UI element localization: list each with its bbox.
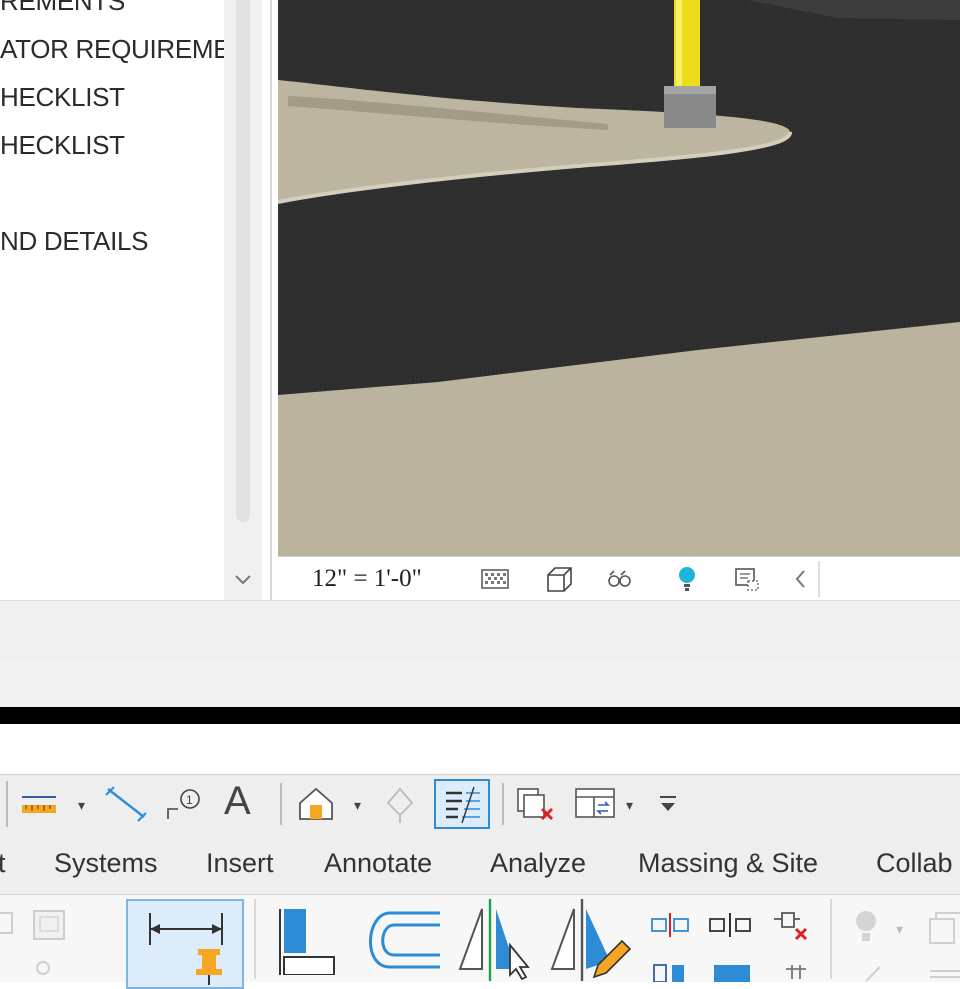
browser-item[interactable]: HECKLIST <box>0 82 125 113</box>
aligned-dimension-icon[interactable] <box>104 785 150 823</box>
visual-style-icon[interactable] <box>544 565 574 593</box>
pin-icon <box>149 913 223 985</box>
chevron-down-icon[interactable]: ▾ <box>626 797 633 814</box>
customize-qat-icon[interactable] <box>656 785 680 823</box>
browser-item[interactable]: HECKLIST <box>0 130 125 161</box>
aligned-dimension-button[interactable] <box>126 899 244 989</box>
gear-icon[interactable] <box>32 957 54 979</box>
toolbar-separator <box>502 783 504 825</box>
ribbon-panel: ▾ <box>0 894 960 989</box>
thin-lines-icon[interactable] <box>434 779 490 829</box>
default-3d-view-icon[interactable] <box>294 785 338 823</box>
close-hidden-icon[interactable] <box>514 785 558 823</box>
blank-area <box>0 724 960 774</box>
offset-icon[interactable] <box>360 909 444 971</box>
array-icon[interactable] <box>650 959 690 982</box>
chevron-down-icon[interactable]: ▾ <box>896 921 903 938</box>
browser-item[interactable]: ND DETAILS <box>0 226 149 257</box>
panel-separator <box>830 899 832 979</box>
browser-item[interactable]: REMENTS <box>0 0 125 17</box>
down-chevron-icon[interactable] <box>232 568 254 590</box>
tab-collaborate[interactable]: Collab <box>876 848 953 879</box>
crop-region-icon[interactable] <box>732 565 762 593</box>
view-control-bar: 12" = 1'-0" <box>278 556 960 601</box>
mirror-pick-axis-icon[interactable] <box>454 899 538 981</box>
split-icon[interactable] <box>650 913 690 937</box>
bar-separator <box>818 561 820 597</box>
tab-massing-site[interactable]: Massing & Site <box>638 848 818 879</box>
ribbon-tabs: t Systems Insert Annotate Analyze Massin… <box>0 832 960 894</box>
scrollbar-thumb[interactable] <box>236 0 250 522</box>
measure-icon[interactable] <box>18 785 62 823</box>
tab-analyze[interactable]: Analyze <box>490 848 586 879</box>
bollard-base-top <box>664 86 716 94</box>
toolbar-separator <box>280 783 282 825</box>
switch-windows-icon[interactable] <box>574 785 620 823</box>
tab-insert[interactable]: Insert <box>206 848 274 879</box>
light-bulb-icon[interactable] <box>672 565 702 593</box>
pin-element-icon[interactable] <box>782 961 810 982</box>
svg-text:1: 1 <box>186 793 193 807</box>
left-chevron-icon[interactable] <box>786 565 816 593</box>
chevron-down-icon[interactable]: ▾ <box>78 797 85 814</box>
tab-systems[interactable]: Systems <box>54 848 158 879</box>
split-with-gap-icon[interactable] <box>708 913 752 937</box>
quick-access-toolbar: ▾ 1 A ▾ ▾ <box>0 774 960 833</box>
screen-divider <box>0 707 960 724</box>
browser-item[interactable]: ATOR REQUIREME <box>0 34 224 65</box>
tab-annotate[interactable]: Annotate <box>324 848 432 879</box>
status-bar <box>0 600 960 661</box>
project-browser: REMENTS ATOR REQUIREME HECKLIST HECKLIST… <box>0 0 224 600</box>
unpin-icon[interactable] <box>770 909 812 941</box>
align-icon[interactable] <box>276 905 340 975</box>
view-scale[interactable]: 12" = 1'-0" <box>312 565 422 593</box>
pane-divider-line <box>270 0 272 600</box>
tag-icon[interactable]: 1 <box>164 785 206 823</box>
mirror-draw-axis-icon[interactable] <box>548 899 634 981</box>
sun-path-icon[interactable] <box>604 565 634 593</box>
light-icon[interactable] <box>848 907 884 947</box>
scale-icon[interactable] <box>710 961 754 982</box>
copy-icon[interactable] <box>924 907 960 947</box>
paste-icon[interactable] <box>30 907 70 943</box>
revit-workspace: REMENTS ATOR REQUIREME HECKLIST HECKLIST… <box>0 0 960 710</box>
3d-viewport[interactable] <box>278 0 960 556</box>
toolbar-separator <box>6 781 8 827</box>
text-icon[interactable]: A <box>224 779 251 824</box>
section-icon[interactable] <box>382 785 418 823</box>
faded-tools-icon[interactable] <box>860 961 960 982</box>
tab-partial[interactable]: t <box>0 848 6 879</box>
detail-level-icon[interactable] <box>480 565 510 593</box>
panel-separator <box>254 899 256 979</box>
partial-tool-icon[interactable] <box>0 909 18 937</box>
bollard-highlight <box>676 0 682 88</box>
chevron-down-icon[interactable]: ▾ <box>354 797 361 814</box>
